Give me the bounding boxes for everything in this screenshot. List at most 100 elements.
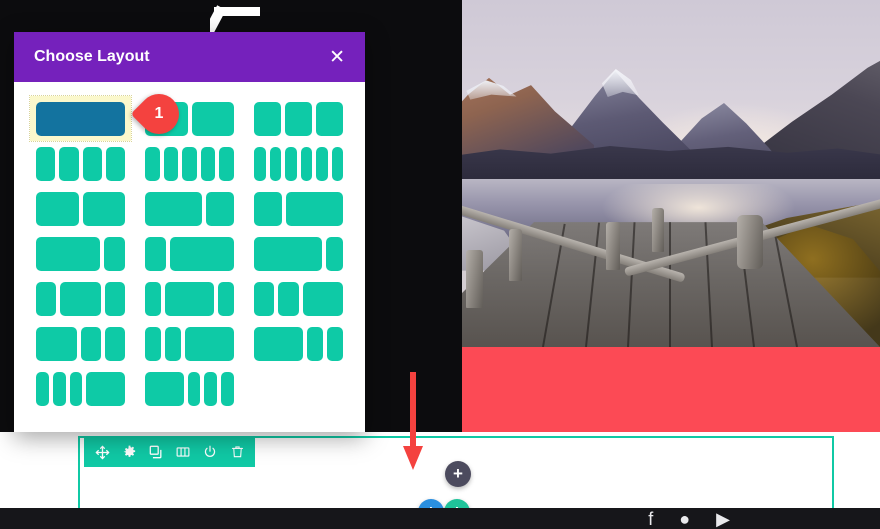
trash-icon[interactable] bbox=[225, 440, 249, 464]
layout-column bbox=[103, 236, 125, 271]
layout-preview bbox=[36, 191, 125, 226]
layout-column bbox=[286, 191, 343, 226]
layout-preview bbox=[145, 371, 234, 406]
screenshot-root: + + + f ● ▶ Choose Layout ✕ 1 bbox=[0, 0, 880, 529]
layout-column bbox=[254, 191, 283, 226]
layout-column bbox=[165, 326, 182, 361]
footer-social-icons: f ● ▶ bbox=[648, 510, 730, 528]
add-module-button[interactable]: + bbox=[445, 461, 471, 487]
layout-option-3-column-wide-narrow-narrow[interactable] bbox=[30, 321, 131, 366]
layout-preview bbox=[145, 101, 234, 136]
layout-column bbox=[269, 146, 281, 181]
layout-option-2-column-one-quarter-three-quarter[interactable] bbox=[139, 231, 240, 276]
row-toolbar[interactable] bbox=[84, 437, 255, 467]
layout-preview bbox=[36, 281, 125, 316]
layout-column bbox=[145, 326, 162, 361]
layout-column bbox=[36, 101, 125, 136]
power-icon[interactable] bbox=[198, 440, 222, 464]
layout-option-3-column-narrow-wide-narrow[interactable] bbox=[30, 276, 131, 321]
layout-column bbox=[254, 146, 266, 181]
layout-preview bbox=[254, 326, 343, 361]
layout-column bbox=[300, 146, 312, 181]
layout-option-3-column-wider-narrow-narrow[interactable] bbox=[248, 321, 349, 366]
layout-column bbox=[326, 236, 343, 271]
layout-column bbox=[200, 146, 216, 181]
layout-column bbox=[145, 146, 160, 181]
layout-column bbox=[306, 326, 323, 361]
layout-option-4-column-equal[interactable] bbox=[30, 141, 131, 186]
layout-preview bbox=[36, 326, 125, 361]
layout-option-2-column-wide-narrow[interactable] bbox=[248, 231, 349, 276]
layout-option-2-column-equal[interactable] bbox=[139, 96, 240, 141]
layout-column bbox=[80, 326, 101, 361]
columns-icon[interactable] bbox=[171, 440, 195, 464]
layout-grid bbox=[14, 82, 365, 423]
layout-column bbox=[52, 371, 66, 406]
layout-column bbox=[163, 146, 179, 181]
layout-preview bbox=[254, 101, 343, 136]
layout-preview bbox=[36, 371, 125, 406]
layout-column bbox=[104, 326, 125, 361]
layout-column bbox=[191, 101, 234, 136]
layout-column bbox=[182, 146, 197, 181]
layout-option-2-column-three-quarter-one-quarter[interactable] bbox=[30, 231, 131, 276]
add-module-label: + bbox=[453, 464, 463, 483]
layout-column bbox=[86, 371, 125, 406]
layout-column bbox=[145, 236, 167, 271]
layout-column bbox=[145, 101, 188, 136]
layout-option-2-column-half-half[interactable] bbox=[30, 186, 131, 231]
layout-column bbox=[82, 146, 102, 181]
layout-preview bbox=[254, 236, 343, 271]
choose-layout-modal: Choose Layout ✕ bbox=[14, 32, 365, 432]
layout-column bbox=[254, 101, 281, 136]
layout-option-3-column-narrow-narrow-wider[interactable] bbox=[139, 321, 240, 366]
layout-column bbox=[205, 191, 234, 226]
layout-preview bbox=[145, 191, 234, 226]
layout-option-3-column-narrow-narrow-wide[interactable] bbox=[248, 276, 349, 321]
layout-preview bbox=[254, 191, 343, 226]
instagram-icon[interactable]: ● bbox=[679, 510, 690, 528]
layout-option-4-column-one-wide-three-narrow[interactable] bbox=[139, 366, 240, 411]
close-icon[interactable]: ✕ bbox=[329, 48, 345, 67]
facebook-icon[interactable]: f bbox=[648, 510, 653, 528]
modal-title: Choose Layout bbox=[34, 48, 150, 65]
layout-option-2-column-two-thirds-one-third[interactable] bbox=[139, 186, 240, 231]
annotation-arrow-down bbox=[403, 372, 423, 470]
layout-option-2-column-one-third-two-thirds[interactable] bbox=[248, 186, 349, 231]
layout-column bbox=[204, 371, 218, 406]
layout-column bbox=[217, 281, 234, 316]
gear-icon[interactable] bbox=[117, 440, 141, 464]
layout-preview bbox=[36, 146, 125, 181]
layout-column bbox=[145, 371, 184, 406]
layout-column bbox=[254, 326, 303, 361]
layout-option-1-column[interactable] bbox=[29, 95, 132, 142]
layout-column bbox=[69, 371, 83, 406]
layout-column bbox=[145, 191, 202, 226]
layout-preview bbox=[145, 236, 234, 271]
hero-landscape-image bbox=[458, 0, 880, 347]
layout-column bbox=[170, 236, 234, 271]
duplicate-icon[interactable] bbox=[144, 440, 168, 464]
layout-column bbox=[60, 281, 101, 316]
layout-column bbox=[254, 281, 275, 316]
layout-column bbox=[36, 146, 56, 181]
layout-preview bbox=[36, 101, 125, 136]
layout-column bbox=[36, 281, 57, 316]
layout-column bbox=[105, 146, 125, 181]
layout-column bbox=[36, 191, 79, 226]
layout-column bbox=[221, 371, 234, 406]
layout-preview bbox=[145, 281, 234, 316]
layout-option-4-column-three-narrow-one-wide[interactable] bbox=[30, 366, 131, 411]
modal-header: Choose Layout ✕ bbox=[14, 32, 365, 82]
layout-option-6-column-equal[interactable] bbox=[248, 141, 349, 186]
layout-column bbox=[104, 281, 125, 316]
move-icon[interactable] bbox=[90, 440, 114, 464]
layout-column bbox=[254, 236, 322, 271]
site-footer: f ● ▶ bbox=[0, 508, 880, 529]
youtube-icon[interactable]: ▶ bbox=[716, 510, 730, 528]
layout-option-5-column-equal[interactable] bbox=[139, 141, 240, 186]
layout-column bbox=[316, 101, 343, 136]
layout-preview bbox=[254, 146, 343, 181]
layout-option-3-column-narrow-wider-narrow[interactable] bbox=[139, 276, 240, 321]
layout-option-3-column-equal[interactable] bbox=[248, 96, 349, 141]
